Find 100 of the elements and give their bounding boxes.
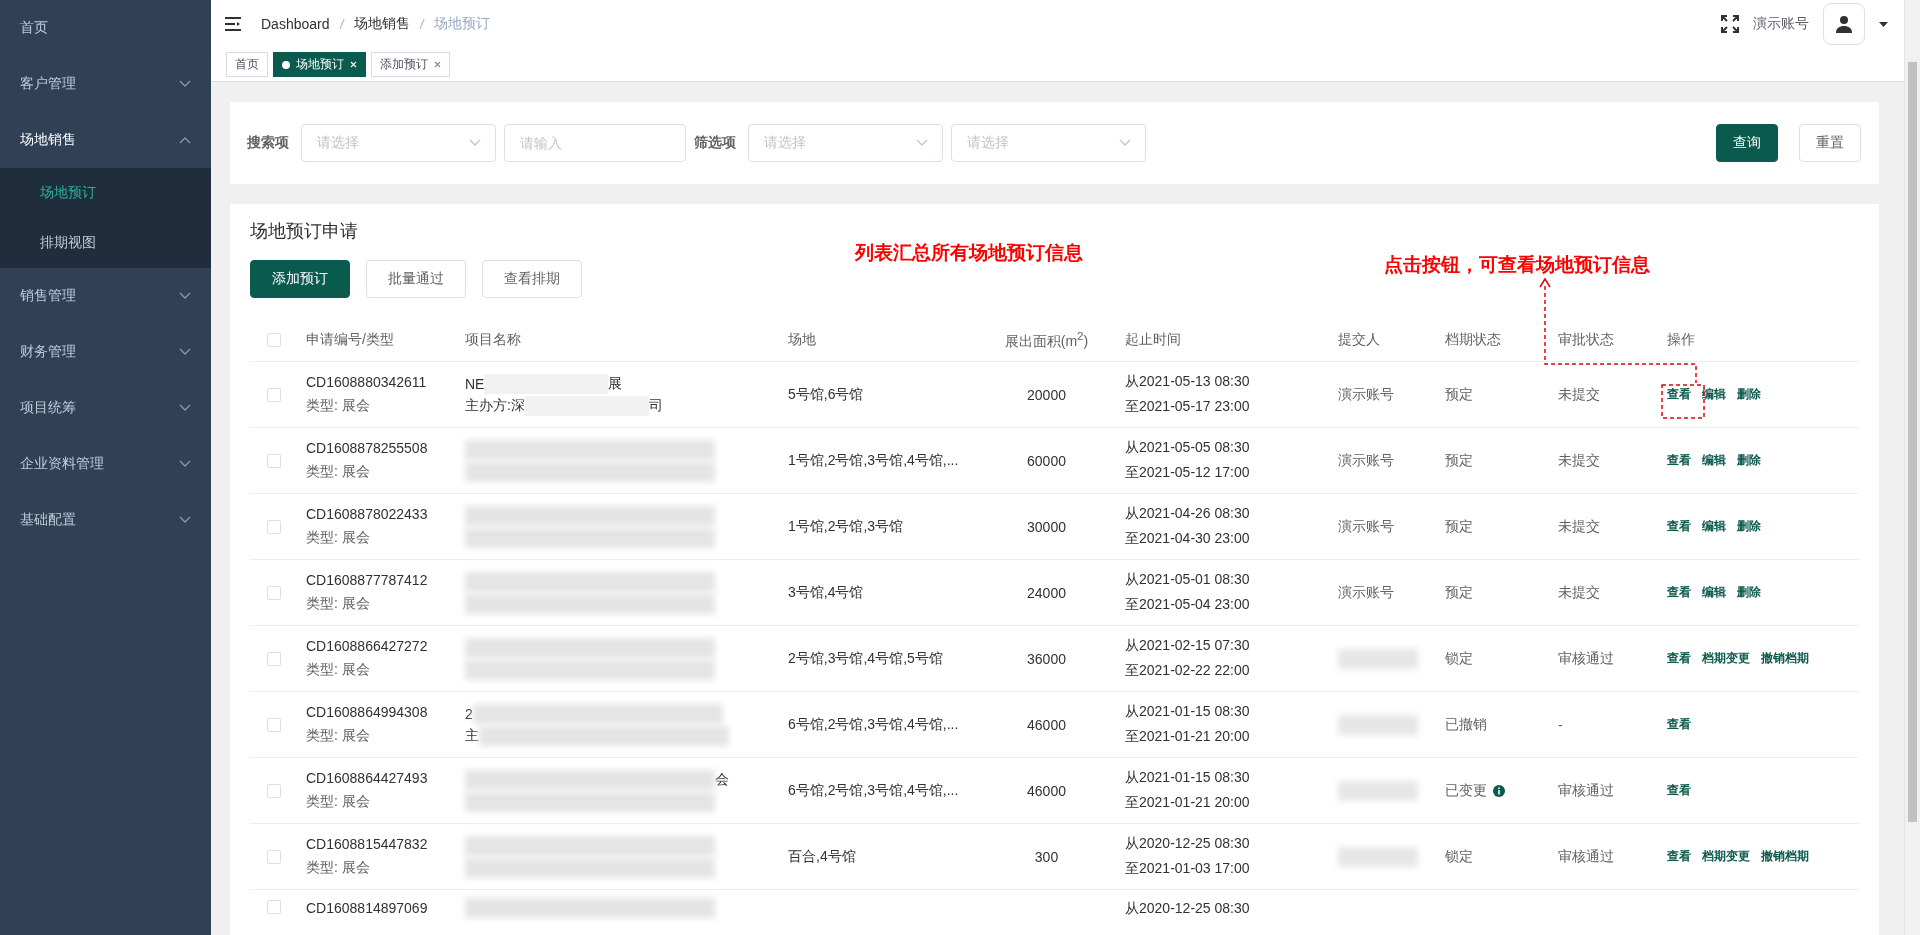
approval-status: - (1558, 716, 1564, 733)
chevron-down-icon (916, 139, 928, 147)
action-link[interactable]: 删除 (1737, 386, 1761, 403)
end-time: 至2021-01-21 20:00 (1125, 794, 1251, 812)
action-link[interactable]: 编辑 (1702, 452, 1726, 469)
project-name-fragment: 会 (715, 770, 729, 789)
end-time: 至2021-05-17 23:00 (1125, 398, 1251, 416)
column-header: 档期状态 (1445, 330, 1502, 349)
type-label: 类型: 展会 (306, 793, 371, 811)
action-link[interactable]: 查看 (1667, 386, 1691, 403)
column-header: 场地 (788, 330, 817, 349)
column-header: 申请编号/类型 (306, 330, 395, 349)
venue-text: 3号馆,4号馆 (788, 583, 865, 602)
menu-icon[interactable] (225, 17, 241, 31)
end-time: 至2021-02-22 22:00 (1125, 662, 1251, 680)
checkbox[interactable] (267, 783, 281, 798)
input-field[interactable]: 请输入 (504, 124, 686, 162)
action-link[interactable]: 档期变更 (1702, 650, 1750, 667)
application-number: CD1608878022433 (306, 506, 429, 522)
reset-button[interactable]: 重置 (1799, 124, 1861, 162)
sidebar-item[interactable]: 场地销售 (0, 112, 211, 168)
area-value: 30000 (1027, 518, 1066, 535)
tab[interactable]: 首页 (226, 52, 268, 77)
action-link[interactable]: 编辑 (1702, 518, 1726, 535)
caret-icon[interactable] (1879, 21, 1888, 27)
application-number: CD1608878255508 (306, 440, 429, 456)
project-name-fragment: 2 (465, 705, 473, 722)
end-time: 至2021-01-21 20:00 (1125, 728, 1251, 746)
sidebar-item[interactable]: 财务管理 (0, 324, 211, 380)
checkbox[interactable] (267, 332, 281, 347)
action-link[interactable]: 档期变更 (1702, 848, 1750, 865)
end-time: 至2021-05-12 17:00 (1125, 464, 1251, 482)
checkbox[interactable] (267, 849, 281, 864)
breadcrumb-separator-icon (418, 18, 425, 30)
checkbox[interactable] (267, 387, 281, 402)
start-time: 从2021-04-26 08:30 (1125, 505, 1251, 523)
column-header: 展出面积(m$^{2}$) (1004, 328, 1089, 351)
checkbox[interactable] (267, 717, 281, 732)
submitter-name: 演示账号 (1338, 517, 1395, 536)
application-number: CD1608864994308 (306, 704, 429, 720)
chevron-down-icon (179, 404, 191, 412)
action-link[interactable]: 查看 (1667, 650, 1691, 667)
query-button[interactable]: 查询 (1716, 124, 1778, 162)
action-link[interactable]: 撤销档期 (1761, 650, 1809, 667)
action-link[interactable]: 查看 (1667, 782, 1691, 799)
avatar-button[interactable] (1823, 3, 1865, 45)
chevron-up-icon (179, 136, 191, 144)
column-header: 项目名称 (465, 330, 522, 349)
action-link[interactable]: 查看 (1667, 716, 1691, 733)
action-link[interactable]: 查看 (1667, 452, 1691, 469)
project-name-fragment: 主 (465, 726, 479, 745)
tab[interactable]: 场地预订 (273, 52, 366, 77)
checkbox[interactable] (267, 900, 281, 914)
area-value: 36000 (1027, 650, 1066, 667)
sidebar-item[interactable]: 企业资料管理 (0, 436, 211, 492)
action-link[interactable]: 撤销档期 (1761, 848, 1809, 865)
approval-status: 未提交 (1558, 385, 1601, 404)
action-link[interactable]: 删除 (1737, 452, 1761, 469)
start-time: 从2021-05-05 08:30 (1125, 439, 1251, 457)
checkbox[interactable] (267, 453, 281, 468)
sidebar-item[interactable]: 首页 (0, 0, 211, 56)
sidebar-subitem[interactable]: 排期视图 (0, 218, 211, 268)
breadcrumb-link[interactable]: Dashboard (261, 16, 330, 32)
action-link[interactable]: 查看 (1667, 584, 1691, 601)
action-link[interactable]: 查看 (1667, 848, 1691, 865)
checkbox[interactable] (267, 585, 281, 600)
approval-status: 未提交 (1558, 517, 1601, 536)
info-icon[interactable] (1493, 784, 1505, 797)
sidebar-item[interactable]: 客户管理 (0, 56, 211, 112)
checkbox[interactable] (267, 651, 281, 666)
schedule-status: 预定 (1445, 517, 1473, 536)
action-link[interactable]: 编辑 (1702, 584, 1726, 601)
chevron-down-icon (469, 139, 481, 147)
action-link[interactable]: 编辑 (1702, 386, 1726, 403)
user-name: 演示账号 (1753, 15, 1809, 33)
action-link[interactable]: 删除 (1737, 518, 1761, 535)
sidebar-item[interactable]: 基础配置 (0, 492, 211, 548)
fullscreen-icon[interactable] (1721, 15, 1739, 33)
card-title: 场地预订申请 (250, 220, 359, 242)
breadcrumb-link[interactable]: 场地销售 (353, 15, 410, 33)
action-button[interactable]: 批量通过 (366, 260, 466, 298)
sidebar-item[interactable]: 项目统筹 (0, 380, 211, 436)
tab[interactable]: 添加预订 (371, 52, 450, 77)
start-time: 从2021-02-15 07:30 (1125, 637, 1251, 655)
column-header: 审批状态 (1558, 330, 1615, 349)
approval-status: 审核通过 (1558, 649, 1615, 668)
venue-text: 1号馆,2号馆,3号馆,4号馆,... (788, 451, 960, 470)
add-button[interactable]: 添加预订 (250, 260, 350, 298)
end-time: 至2021-01-03 17:00 (1125, 860, 1251, 878)
column-header: 提交人 (1338, 330, 1381, 349)
sidebar-item[interactable]: 销售管理 (0, 268, 211, 324)
project-name-fragment: 展 (608, 374, 623, 393)
checkbox[interactable] (267, 519, 281, 534)
action-button[interactable]: 查看排期 (482, 260, 582, 298)
action-link[interactable]: 删除 (1737, 584, 1761, 601)
field-label: 搜索项 (247, 134, 289, 152)
scrollbar[interactable] (1904, 0, 1920, 935)
action-link[interactable]: 查看 (1667, 518, 1691, 535)
sidebar-subitem[interactable]: 场地预订 (0, 168, 211, 218)
close-icon[interactable] (434, 61, 441, 68)
